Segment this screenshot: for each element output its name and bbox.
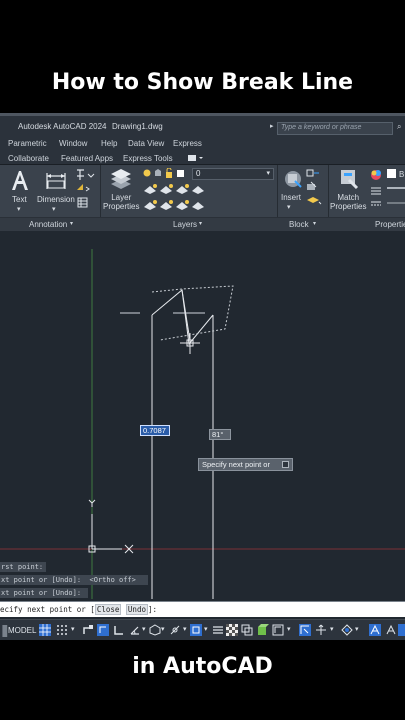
- ucs-icon: [88, 499, 134, 554]
- menu-window[interactable]: Window: [59, 139, 87, 148]
- annotation-small-tools-icon[interactable]: [76, 168, 96, 212]
- polar-dropdown-icon[interactable]: ▾: [142, 625, 146, 633]
- command-option-undo[interactable]: Undo: [125, 604, 148, 615]
- ribbon-toggle-icon[interactable]: [188, 154, 204, 162]
- match-properties-label: Match Properties: [330, 193, 367, 211]
- ribbon: Text ▾ Dimension ▾ Layer Properties 0 ▾ …: [0, 165, 405, 231]
- snap-mode-icon[interactable]: [56, 624, 68, 636]
- layer-properties-label: Layer Properties: [103, 193, 140, 211]
- status-bar: MODEL ▾ ▾ ▾ ▾ ▾ ▾ ▾ ▾: [0, 619, 405, 640]
- layer-dropdown[interactable]: 0 ▾: [192, 168, 274, 180]
- menu-parametric[interactable]: Parametric: [8, 139, 47, 148]
- model-space-button[interactable]: MODEL: [8, 626, 36, 635]
- panel-annotation[interactable]: Annotation: [29, 220, 67, 229]
- menu-express[interactable]: Express: [173, 139, 202, 148]
- isodraft-dropdown-icon[interactable]: ▾: [161, 625, 165, 633]
- osnap-tracking-dropdown-icon[interactable]: ▾: [183, 625, 187, 633]
- command-prompt-suffix: ]:: [147, 605, 158, 614]
- block-tools-icons[interactable]: [305, 168, 323, 210]
- insert-dropdown-icon[interactable]: ▾: [287, 203, 291, 212]
- panel-layers[interactable]: Layers: [173, 220, 197, 229]
- insert-label: Insert: [281, 193, 302, 202]
- ortho-mode-icon[interactable]: [113, 624, 125, 636]
- video-bottom-caption: in AutoCAD: [132, 654, 273, 679]
- panel-properties[interactable]: Propertie: [375, 220, 405, 229]
- command-prompt-prefix: ecify next point or [: [0, 605, 95, 614]
- app-title: Autodesk AutoCAD 2024: [18, 122, 107, 131]
- command-history-line-1: rst point:: [0, 562, 46, 572]
- selection-cycling-icon[interactable]: [241, 624, 253, 636]
- dynamic-input-icon[interactable]: [97, 624, 109, 636]
- lineweight-icon[interactable]: [212, 624, 224, 636]
- dynamic-input-length[interactable]: 0.7087: [140, 425, 170, 436]
- ucs-dropdown-icon[interactable]: ▾: [287, 625, 291, 633]
- rubber-band-line: [181, 289, 191, 342]
- text-tool-icon[interactable]: [10, 169, 30, 191]
- menu-data-view[interactable]: Data View: [128, 139, 164, 148]
- color-swatch-text: B: [399, 170, 405, 179]
- annotation-visibility-dropdown-icon[interactable]: ▾: [355, 625, 359, 633]
- object-snap-icon[interactable]: [190, 624, 202, 636]
- lineweight-linetype-icons[interactable]: [387, 185, 405, 215]
- autocad-window: Autodesk AutoCAD 2024 Drawing1.dwg ▸ Typ…: [0, 113, 405, 640]
- panel-annotation-expand-icon[interactable]: ▾: [70, 220, 73, 227]
- panel-layers-expand-icon[interactable]: ▾: [199, 220, 202, 227]
- 3d-osnap-icon[interactable]: [257, 624, 269, 636]
- chevron-down-icon: ▾: [266, 170, 270, 177]
- polar-tracking-icon[interactable]: [129, 624, 141, 636]
- command-line-input[interactable]: ecify next point or [Close Undo]:: [0, 601, 405, 617]
- annotation-scale-icon[interactable]: [369, 624, 381, 636]
- tab-featured-apps[interactable]: Featured Apps: [61, 154, 113, 163]
- snap-dropdown-icon[interactable]: ▾: [71, 625, 75, 633]
- panel-block-expand-icon[interactable]: ▾: [313, 220, 316, 227]
- dynamic-ucs-icon[interactable]: [272, 624, 284, 636]
- text-dropdown-icon[interactable]: ▾: [17, 205, 21, 214]
- insert-block-icon[interactable]: [283, 169, 303, 189]
- tab-collaborate[interactable]: Collaborate: [8, 154, 49, 163]
- help-search-input[interactable]: Type a keyword or phrase: [277, 122, 393, 135]
- dynamic-input-angle[interactable]: 81°: [209, 429, 231, 440]
- drawing-geometry: [0, 249, 405, 599]
- command-history-line-3: xt point or [Undo]:: [0, 588, 88, 598]
- status-more-icon[interactable]: [398, 624, 405, 636]
- object-snap-tracking-icon[interactable]: [169, 624, 181, 636]
- layer-tools-icons[interactable]: [142, 183, 214, 215]
- menu-help[interactable]: Help: [101, 139, 117, 148]
- ribbon-tab-bar: Collaborate Featured Apps Express Tools: [0, 151, 405, 165]
- layer-properties-icon[interactable]: [109, 168, 133, 192]
- osnap-dropdown-icon[interactable]: ▾: [204, 625, 208, 633]
- binoculars-icon[interactable]: ⌕: [397, 122, 401, 132]
- annotation-visibility-icon[interactable]: [341, 624, 353, 636]
- autoscale-icon[interactable]: [385, 624, 397, 636]
- text-tool-label: Text: [12, 195, 27, 204]
- command-history-line-2: xt point or [Undo]: <Ortho off>: [0, 575, 148, 585]
- match-properties-icon[interactable]: [339, 168, 361, 190]
- selection-filter-icon[interactable]: [299, 624, 311, 636]
- layer-state-icons: [143, 168, 184, 178]
- grid-display-icon[interactable]: [39, 624, 51, 636]
- properties-tools-icons[interactable]: [369, 168, 383, 212]
- tooltip-options-icon[interactable]: [282, 461, 289, 468]
- command-prompt-tooltip: Specify next point or: [198, 458, 293, 471]
- title-bar: Autodesk AutoCAD 2024 Drawing1.dwg ▸ Typ…: [0, 113, 405, 137]
- dimension-tool-icon[interactable]: [44, 169, 68, 191]
- prompt-tooltip-text: Specify next point or: [202, 460, 270, 469]
- panel-block[interactable]: Block: [289, 220, 309, 229]
- gizmo-icon[interactable]: [315, 624, 327, 636]
- video-top-caption: How to Show Break Line: [51, 70, 354, 95]
- tab-express-tools[interactable]: Express Tools: [123, 154, 173, 163]
- isodraft-icon[interactable]: [149, 624, 161, 636]
- gizmo-dropdown-icon[interactable]: ▾: [330, 625, 334, 633]
- search-expand-icon[interactable]: ▸: [270, 122, 274, 130]
- dimension-tool-label: Dimension: [37, 195, 75, 204]
- layer-dropdown-value: 0: [196, 169, 201, 178]
- infer-constraints-icon[interactable]: [82, 624, 94, 636]
- transparency-icon[interactable]: [226, 624, 238, 636]
- command-option-close[interactable]: Close: [94, 604, 122, 615]
- color-swatch[interactable]: [387, 169, 396, 178]
- dimension-dropdown-icon[interactable]: ▾: [52, 205, 56, 214]
- menu-bar: Parametric Window Help Data View Express: [0, 137, 405, 151]
- file-name: Drawing1.dwg: [112, 122, 163, 131]
